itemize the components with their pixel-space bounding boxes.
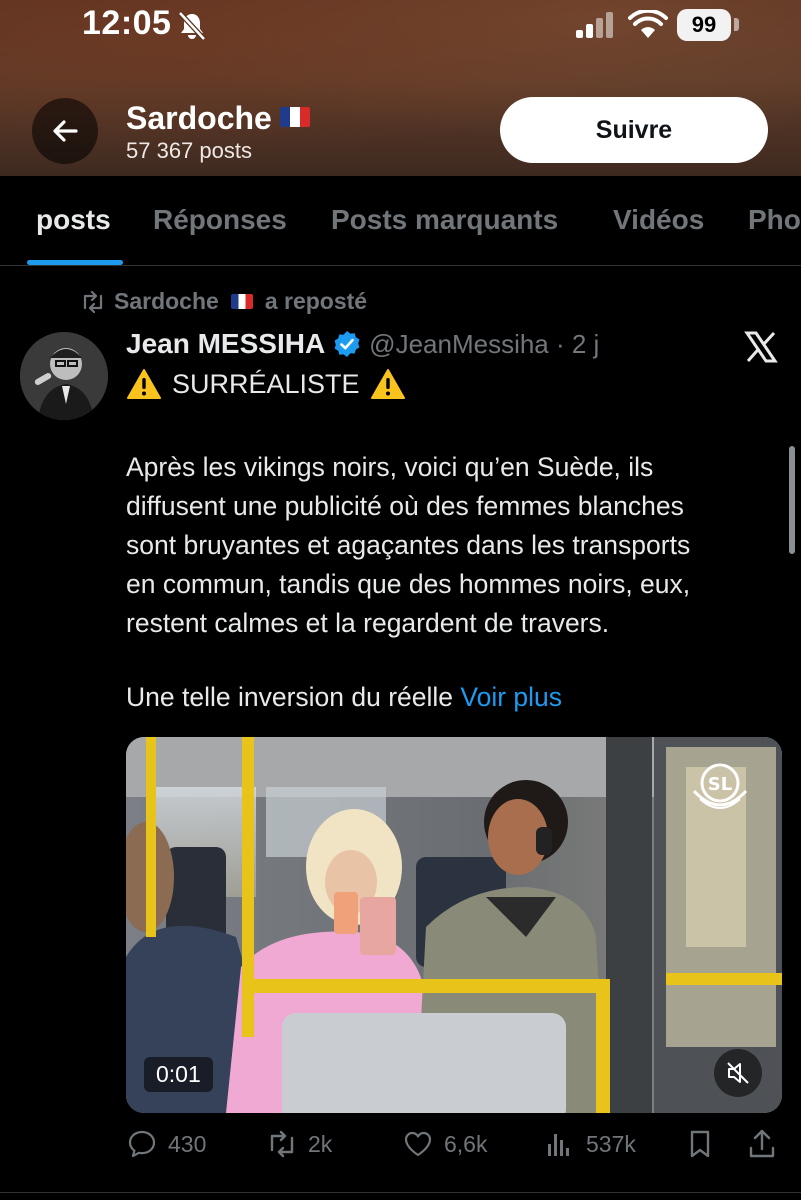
battery-icon: 99 — [677, 9, 731, 41]
battery-tip — [734, 18, 739, 31]
post-body-line: en commun, tandis que des hommes noirs, … — [126, 569, 691, 599]
sl-logo-icon: SL — [692, 763, 748, 809]
wifi-icon — [628, 10, 668, 38]
tab-videos[interactable]: Vidéos — [613, 204, 704, 236]
reply-button[interactable]: 430 — [126, 1128, 206, 1160]
tab-highlights[interactable]: Posts marquants — [331, 204, 558, 236]
bookmark-icon — [690, 1130, 710, 1158]
post-actions: 430 2k 6,6k 537k — [126, 1128, 786, 1172]
repost-button[interactable]: 2k — [266, 1128, 332, 1160]
repost-by: Sardoche — [114, 288, 219, 314]
bookmark-button[interactable] — [684, 1128, 716, 1160]
post-more-line: Une telle inversion du réelle Voir plus — [126, 682, 562, 713]
post-body: Après les vikings noirs, voici qu’en Suè… — [126, 448, 786, 643]
views-icon — [548, 1134, 569, 1156]
repost-indicator[interactable]: Sardoche a reposté — [80, 288, 367, 315]
author-avatar[interactable] — [20, 332, 108, 420]
signal-icon — [576, 12, 613, 38]
post-body-line: Après les vikings noirs, voici qu’en Suè… — [126, 452, 654, 482]
profile-tabs: posts Réponses Posts marquants Vidéos Ph… — [0, 176, 801, 266]
post-more-text: Une telle inversion du réelle — [126, 682, 454, 712]
profile-header: 12:05 99 Sardoche 57 367 posts Suivre — [0, 0, 801, 176]
heart-icon — [404, 1131, 432, 1157]
headline-text: SURRÉALISTE — [172, 368, 360, 399]
share-button[interactable] — [746, 1128, 778, 1160]
like-button[interactable]: 6,6k — [402, 1128, 487, 1160]
reply-icon — [128, 1130, 156, 1158]
repost-icon — [270, 1130, 294, 1158]
sl-logo-text: SL — [708, 774, 732, 795]
avatar-image — [20, 332, 108, 420]
author-row: Jean MESSIHA @JeanMessiha · 2 j — [126, 328, 599, 360]
follow-button[interactable]: Suivre — [500, 97, 768, 163]
see-more-link[interactable]: Voir plus — [460, 682, 562, 712]
warning-icon — [127, 369, 161, 399]
france-flag-icon — [279, 107, 310, 127]
video-player[interactable]: SL 0:01 — [126, 737, 782, 1113]
active-tab-indicator — [27, 260, 123, 265]
france-flag-icon — [230, 294, 253, 309]
x-logo-icon — [744, 331, 778, 363]
profile-name: Sardoche — [126, 100, 310, 137]
mute-button[interactable] — [714, 1049, 762, 1097]
views-count: 537k — [586, 1130, 636, 1157]
reply-count: 430 — [168, 1130, 207, 1157]
tab-photos[interactable]: Pho — [748, 204, 801, 236]
like-count: 6,6k — [444, 1130, 488, 1157]
status-time: 12:05 — [82, 4, 172, 42]
views-button[interactable]: 537k — [544, 1128, 636, 1160]
video-frame — [126, 737, 782, 1113]
speaker-muted-icon — [727, 1062, 749, 1084]
tab-posts[interactable]: posts — [36, 204, 111, 236]
warning-icon — [370, 369, 405, 399]
post-headline: SURRÉALISTE — [126, 368, 406, 400]
video-timestamp: 0:01 — [144, 1057, 213, 1092]
author-handle[interactable]: @JeanMessiha · 2 j — [369, 329, 599, 360]
arrow-left-icon — [53, 120, 78, 142]
divider — [0, 1192, 801, 1193]
author-name[interactable]: Jean MESSIHA — [126, 328, 325, 360]
post-body-line: sont bruyantes et agaçantes dans les tra… — [126, 530, 691, 560]
verified-badge-icon — [334, 331, 360, 357]
profile-name-text: Sardoche — [126, 100, 272, 136]
back-button[interactable] — [32, 98, 98, 164]
tab-replies[interactable]: Réponses — [153, 204, 287, 236]
repost-count: 2k — [308, 1130, 333, 1157]
repost-suffix: a reposté — [264, 288, 368, 314]
post-body-line: restent calmes et la regardent de traver… — [126, 608, 610, 638]
scrollbar[interactable] — [789, 446, 795, 554]
post-body-line: diffusent une publicité où des femmes bl… — [126, 491, 684, 521]
share-icon — [749, 1129, 775, 1158]
profile-posts-count: 57 367 posts — [126, 138, 252, 163]
bell-off-icon — [178, 11, 206, 41]
repost-icon — [83, 290, 103, 313]
